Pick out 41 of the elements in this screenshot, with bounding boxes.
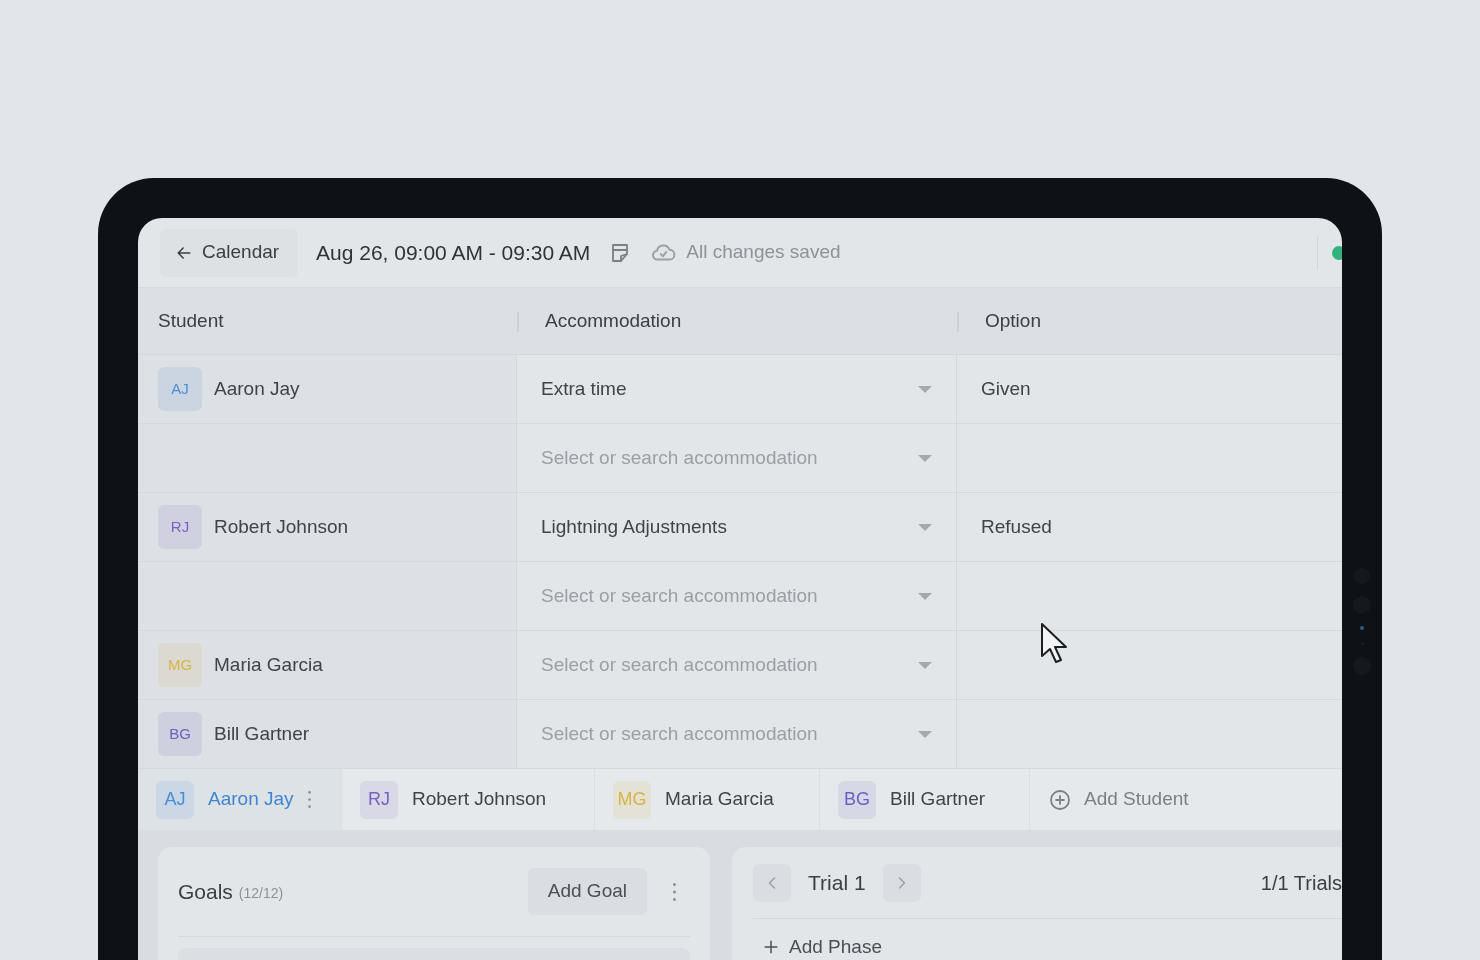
previous-button[interactable] <box>753 863 791 902</box>
avatar: MG <box>158 643 202 687</box>
student-name: Robert Johnson <box>214 514 349 539</box>
option-value: Given <box>981 376 1031 401</box>
avatar: RJ <box>360 780 398 819</box>
back-button[interactable]: Calendar <box>160 228 298 277</box>
save-status: All changes saved <box>686 240 841 265</box>
caret-icon <box>918 661 932 669</box>
avatar: MG <box>613 780 651 819</box>
add-student-button[interactable]: Add Student <box>1030 769 1189 830</box>
goals-count: (12/12) <box>238 884 284 903</box>
caret-icon <box>918 730 932 738</box>
option-value: Refused <box>981 514 1052 539</box>
mouse-pointer-icon <box>1040 622 1070 664</box>
avatar: AJ <box>158 367 202 411</box>
column-header: Accommodation <box>545 308 682 333</box>
add-goal-button[interactable]: Add Goal <box>527 868 647 915</box>
add-phase-button[interactable]: Add Phase <box>761 933 882 960</box>
caret-icon <box>918 523 932 531</box>
column-header: Student <box>158 308 224 333</box>
accommodation-dropdown[interactable]: Lightning Adjustments <box>541 512 932 542</box>
next-button[interactable] <box>882 863 921 902</box>
avatar: BG <box>158 712 202 756</box>
trial-count: 1/1 Trials <box>1260 870 1342 896</box>
caret-icon <box>918 592 932 600</box>
more-icon <box>673 882 676 901</box>
student-name: Maria Garcia <box>214 652 323 677</box>
avatar: RJ <box>158 505 202 549</box>
avatar: BG <box>838 780 876 819</box>
avatar: AJ <box>156 780 194 819</box>
column-header: Option <box>985 308 1041 333</box>
student-name: Bill Gartner <box>214 721 310 746</box>
goals-title: Goals <box>178 878 233 905</box>
more-icon <box>307 791 311 808</box>
caret-icon <box>918 454 932 462</box>
trial-title: Trial 1 <box>808 869 866 896</box>
session-datetime: Aug 26, 09:00 AM - 09:30 AM <box>316 239 591 266</box>
add-circle-icon <box>1048 787 1072 812</box>
caret-icon <box>918 385 932 393</box>
student-name: Aaron Jay <box>214 376 300 401</box>
accommodation-dropdown[interactable]: Extra time <box>541 374 932 404</box>
